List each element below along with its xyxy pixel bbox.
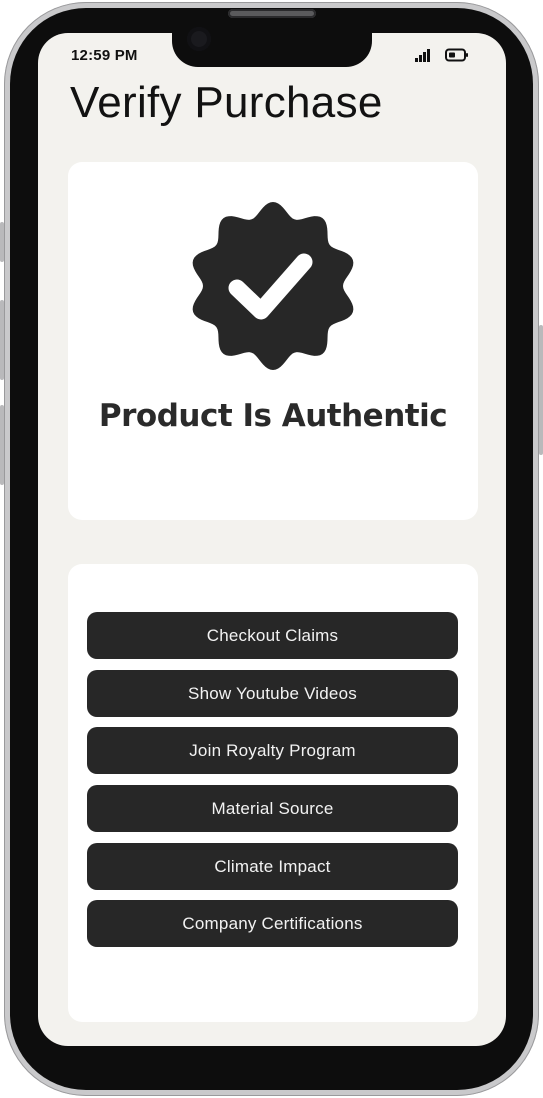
climate-impact-button[interactable]: Climate Impact — [87, 843, 458, 890]
side-button-volume-down — [0, 405, 4, 485]
company-certifications-button[interactable]: Company Certifications — [87, 900, 458, 947]
battery-icon — [445, 48, 468, 62]
actions-card: Checkout Claims Show Youtube Videos Join… — [68, 564, 478, 1022]
side-button-power — [539, 325, 543, 455]
side-button-volume-up — [0, 300, 4, 380]
join-royalty-program-button[interactable]: Join Royalty Program — [87, 727, 458, 774]
material-source-button[interactable]: Material Source — [87, 785, 458, 832]
side-button-mute — [0, 222, 4, 262]
signal-bars-icon — [415, 49, 430, 62]
show-youtube-videos-button[interactable]: Show Youtube Videos — [87, 670, 458, 717]
status-time: 12:59 PM — [71, 47, 138, 64]
checkout-claims-button[interactable]: Checkout Claims — [87, 612, 458, 659]
front-camera — [187, 27, 211, 51]
page-title: Verify Purchase — [70, 78, 383, 127]
authenticity-message: Product Is Authentic — [98, 398, 448, 434]
speaker-grille — [228, 9, 316, 18]
verification-card: Product Is Authentic — [68, 162, 478, 520]
verified-badge-check-icon — [192, 202, 354, 370]
